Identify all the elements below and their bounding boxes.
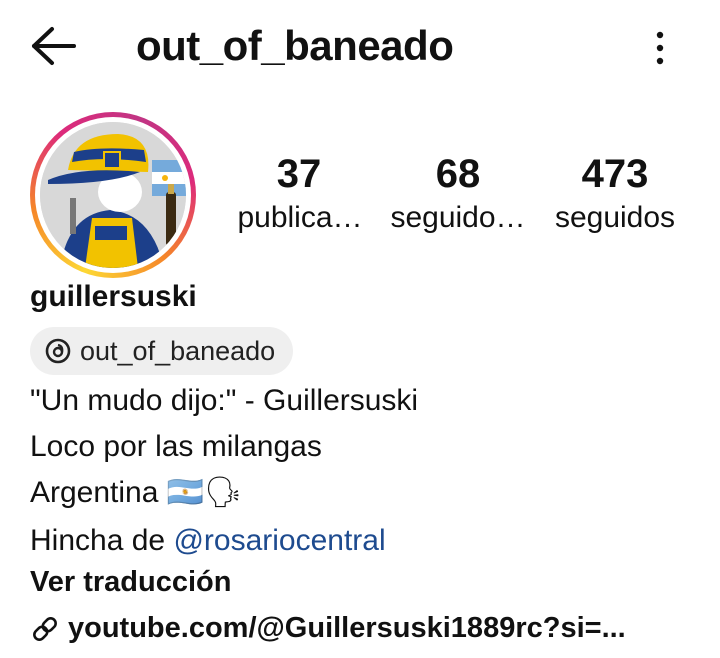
mention-link[interactable]: @rosariocentral (173, 524, 385, 557)
bio-line-4: Hincha de @rosariocentral (30, 518, 386, 564)
back-arrow-icon[interactable] (30, 26, 76, 66)
stat-posts[interactable]: 37 (270, 150, 328, 198)
followers-label: seguido… (390, 201, 526, 234)
link-url[interactable]: youtube.com/@Guillersuski1889rc?si=... (68, 612, 626, 645)
avatar-border (35, 117, 191, 273)
stat-following[interactable]: 473 (568, 150, 662, 198)
stat-followers[interactable]: 68 (418, 150, 498, 198)
more-options-icon[interactable] (648, 28, 672, 68)
stat-following-label-wrap[interactable]: seguidos (542, 198, 688, 238)
top-bar: out_of_baneado (0, 0, 720, 96)
followers-count: 68 (435, 152, 481, 196)
following-count: 473 (581, 152, 649, 196)
posts-label: publica… (237, 201, 363, 234)
bio-prefix: Hincha de (30, 524, 174, 557)
avatar-illustration (40, 122, 186, 268)
translate-button[interactable]: Ver traducción (30, 566, 231, 599)
following-label: seguidos (554, 201, 676, 234)
bio-line-1: "Un mudo dijo:" - Guillersuski (30, 384, 419, 417)
profile-title: out_of_baneado (136, 22, 454, 69)
avatar[interactable] (40, 122, 186, 268)
external-link[interactable]: youtube.com/@Guillersuski1889rc?si=... (30, 612, 626, 645)
stat-posts-label-wrap[interactable]: publica… (230, 198, 370, 238)
bio-line-2: Loco por las milangas (30, 430, 322, 463)
threads-icon (45, 338, 71, 364)
threads-handle: out_of_baneado (80, 335, 276, 366)
posts-count: 37 (276, 152, 322, 196)
story-ring[interactable] (30, 112, 196, 278)
bio-line-3: Argentina 🇦🇷🗣 (30, 476, 243, 509)
threads-badge[interactable]: out_of_baneado (30, 327, 294, 375)
link-icon (33, 616, 57, 641)
username: guillersuski (30, 280, 197, 313)
stat-followers-label-wrap[interactable]: seguido… (384, 198, 532, 238)
